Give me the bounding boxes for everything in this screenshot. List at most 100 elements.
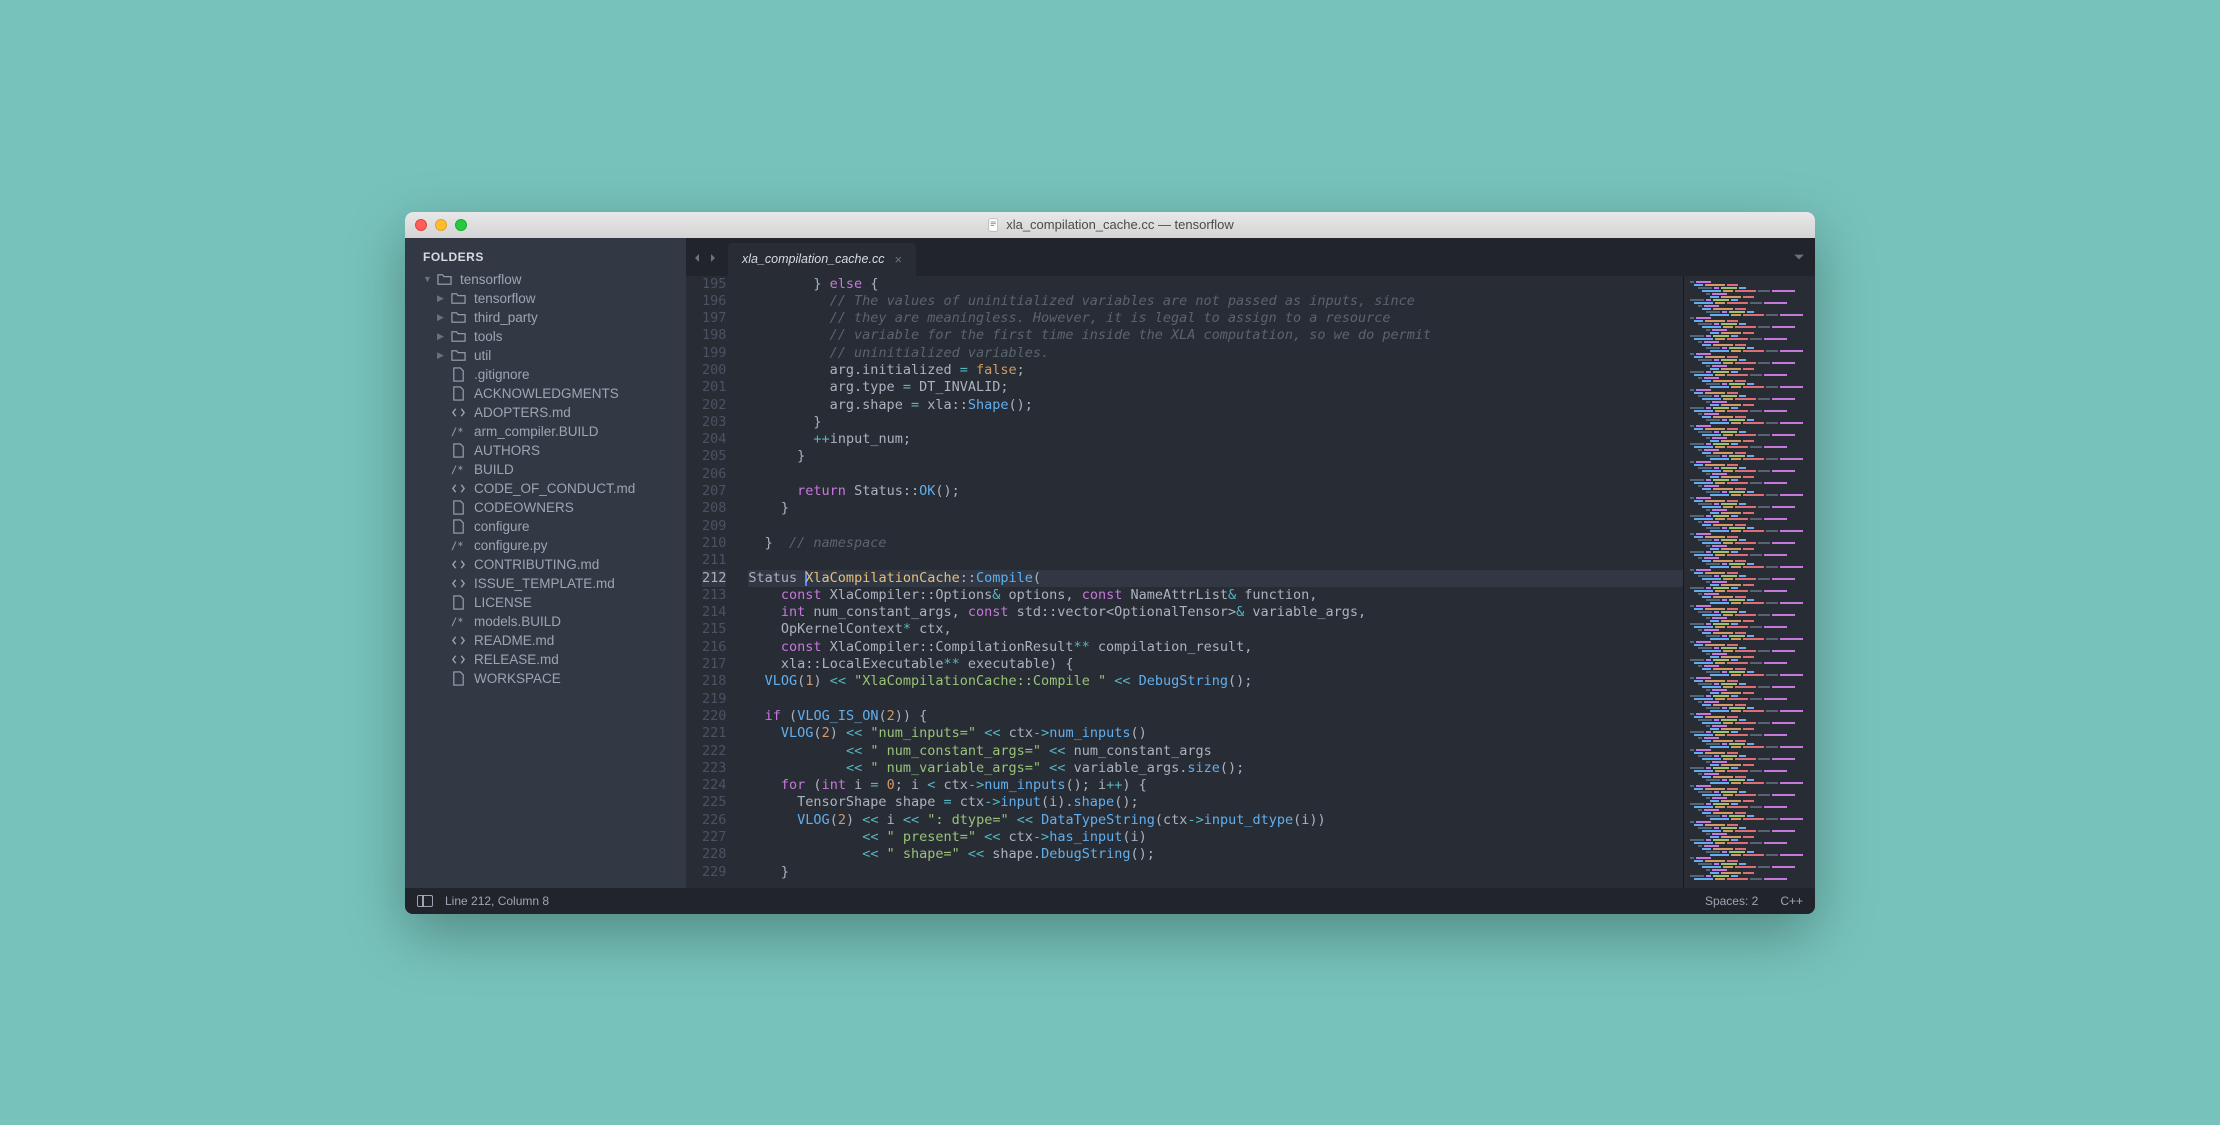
gutter-line[interactable]: 202 <box>702 397 726 414</box>
gutter-line[interactable]: 219 <box>702 691 726 708</box>
code-line[interactable]: arg.shape = xla::Shape(); <box>748 397 1683 414</box>
gutter-line[interactable]: 198 <box>702 327 726 344</box>
minimize-window-button[interactable] <box>435 219 447 231</box>
gutter-line[interactable]: 206 <box>702 466 726 483</box>
code-line[interactable]: VLOG(2) << i << ": dtype=" << DataTypeSt… <box>748 812 1683 829</box>
tree-item-models-build[interactable]: /*models.BUILD <box>405 612 686 631</box>
gutter-line[interactable]: 218 <box>702 673 726 690</box>
gutter-line[interactable]: 210 <box>702 535 726 552</box>
maximize-window-button[interactable] <box>455 219 467 231</box>
nav-forward-icon[interactable] <box>708 250 722 264</box>
gutter-line[interactable]: 203 <box>702 414 726 431</box>
gutter-line[interactable]: 211 <box>702 552 726 569</box>
gutter-line[interactable]: 228 <box>702 846 726 863</box>
gutter-line[interactable]: 196 <box>702 293 726 310</box>
code-line[interactable]: OpKernelContext* ctx, <box>748 621 1683 638</box>
tree-item-configure-py[interactable]: /*configure.py <box>405 536 686 555</box>
tree-item-util[interactable]: ▶util <box>405 346 686 365</box>
code-line[interactable]: VLOG(2) << "num_inputs=" << ctx->num_inp… <box>748 725 1683 742</box>
code-line[interactable] <box>748 518 1683 535</box>
code-line[interactable]: // they are meaningless. However, it is … <box>748 310 1683 327</box>
code-line[interactable]: } // namespace <box>748 535 1683 552</box>
code-line[interactable]: } else { <box>748 276 1683 293</box>
tree-item-issue-template-md[interactable]: ISSUE_TEMPLATE.md <box>405 574 686 593</box>
gutter-line[interactable]: 226 <box>702 812 726 829</box>
tree-item-acknowledgments[interactable]: ACKNOWLEDGMENTS <box>405 384 686 403</box>
gutter-line[interactable]: 220 <box>702 708 726 725</box>
tree-item--gitignore[interactable]: .gitignore <box>405 365 686 384</box>
code-line[interactable]: << " present=" << ctx->has_input(i) <box>748 829 1683 846</box>
status-position[interactable]: Line 212, Column 8 <box>445 894 549 908</box>
close-window-button[interactable] <box>415 219 427 231</box>
code-line[interactable]: // uninitialized variables. <box>748 345 1683 362</box>
tree-item-tensorflow[interactable]: ▼tensorflow <box>405 270 686 289</box>
tree-item-tensorflow[interactable]: ▶tensorflow <box>405 289 686 308</box>
gutter-line[interactable]: 199 <box>702 345 726 362</box>
code-line[interactable]: int num_constant_args, const std::vector… <box>748 604 1683 621</box>
tree-item-arm-compiler-build[interactable]: /*arm_compiler.BUILD <box>405 422 686 441</box>
code-line[interactable]: // variable for the first time inside th… <box>748 327 1683 344</box>
tree-item-readme-md[interactable]: README.md <box>405 631 686 650</box>
tree-item-release-md[interactable]: RELEASE.md <box>405 650 686 669</box>
gutter-line[interactable]: 209 <box>702 518 726 535</box>
code-line[interactable]: ++input_num; <box>748 431 1683 448</box>
code-line[interactable]: << " num_variable_args=" << variable_arg… <box>748 760 1683 777</box>
code-line[interactable]: << " shape=" << shape.DebugString(); <box>748 846 1683 863</box>
tree-item-license[interactable]: LICENSE <box>405 593 686 612</box>
gutter-line[interactable]: 201 <box>702 379 726 396</box>
code-line[interactable]: } <box>748 500 1683 517</box>
tree-item-contributing-md[interactable]: CONTRIBUTING.md <box>405 555 686 574</box>
tree-item-third-party[interactable]: ▶third_party <box>405 308 686 327</box>
tree-item-code-of-conduct-md[interactable]: CODE_OF_CONDUCT.md <box>405 479 686 498</box>
tree-item-tools[interactable]: ▶tools <box>405 327 686 346</box>
code-line[interactable] <box>748 466 1683 483</box>
code-line[interactable]: const XlaCompiler::Options& options, con… <box>748 587 1683 604</box>
gutter-line[interactable]: 227 <box>702 829 726 846</box>
code-line[interactable]: Status XlaCompilationCache::Compile( <box>748 570 1683 587</box>
gutter-line[interactable]: 222 <box>702 743 726 760</box>
editor-content[interactable]: 1951961971981992002012022032042052062072… <box>686 276 1815 888</box>
panel-toggle-icon[interactable] <box>417 895 433 907</box>
code-line[interactable]: arg.type = DT_INVALID; <box>748 379 1683 396</box>
tab-active[interactable]: xla_compilation_cache.cc × <box>728 243 916 276</box>
tab-dropdown-icon[interactable] <box>1793 250 1805 268</box>
tree-item-build[interactable]: /*BUILD <box>405 460 686 479</box>
code-line[interactable]: // The values of uninitialized variables… <box>748 293 1683 310</box>
tree-item-configure[interactable]: configure <box>405 517 686 536</box>
code-line[interactable] <box>748 691 1683 708</box>
gutter-line[interactable]: 197 <box>702 310 726 327</box>
status-spaces[interactable]: Spaces: 2 <box>1705 894 1758 908</box>
tree-item-authors[interactable]: AUTHORS <box>405 441 686 460</box>
code-line[interactable]: VLOG(1) << "XlaCompilationCache::Compile… <box>748 673 1683 690</box>
code-line[interactable]: << " num_constant_args=" << num_constant… <box>748 743 1683 760</box>
code-line[interactable]: arg.initialized = false; <box>748 362 1683 379</box>
gutter-line[interactable]: 221 <box>702 725 726 742</box>
tree-item-workspace[interactable]: WORKSPACE <box>405 669 686 688</box>
gutter-line[interactable]: 216 <box>702 639 726 656</box>
gutter-line[interactable]: 224 <box>702 777 726 794</box>
tree-item-codeowners[interactable]: CODEOWNERS <box>405 498 686 517</box>
tab-close-icon[interactable]: × <box>894 252 902 267</box>
gutter-line[interactable]: 213 <box>702 587 726 604</box>
nav-back-icon[interactable] <box>692 250 706 264</box>
code-line[interactable] <box>748 552 1683 569</box>
sidebar[interactable]: FOLDERS ▼tensorflow▶tensorflow▶third_par… <box>405 238 686 888</box>
gutter-line[interactable]: 207 <box>702 483 726 500</box>
tree-item-adopters-md[interactable]: ADOPTERS.md <box>405 403 686 422</box>
gutter-line[interactable]: 204 <box>702 431 726 448</box>
gutter-line[interactable]: 208 <box>702 500 726 517</box>
gutter-line[interactable]: 212 <box>702 570 726 587</box>
code-line[interactable]: } <box>748 864 1683 881</box>
titlebar[interactable]: xla_compilation_cache.cc — tensorflow <box>405 212 1815 238</box>
gutter-line[interactable]: 214 <box>702 604 726 621</box>
code-area[interactable]: } else { // The values of uninitialized … <box>736 276 1683 888</box>
gutter-line[interactable]: 205 <box>702 448 726 465</box>
gutter-line[interactable]: 195 <box>702 276 726 293</box>
gutter-line[interactable]: 200 <box>702 362 726 379</box>
code-line[interactable]: for (int i = 0; i < ctx->num_inputs(); i… <box>748 777 1683 794</box>
gutter-line[interactable]: 225 <box>702 794 726 811</box>
code-line[interactable]: xla::LocalExecutable** executable) { <box>748 656 1683 673</box>
status-language[interactable]: C++ <box>1780 894 1803 908</box>
gutter[interactable]: 1951961971981992002012022032042052062072… <box>686 276 736 888</box>
gutter-line[interactable]: 223 <box>702 760 726 777</box>
